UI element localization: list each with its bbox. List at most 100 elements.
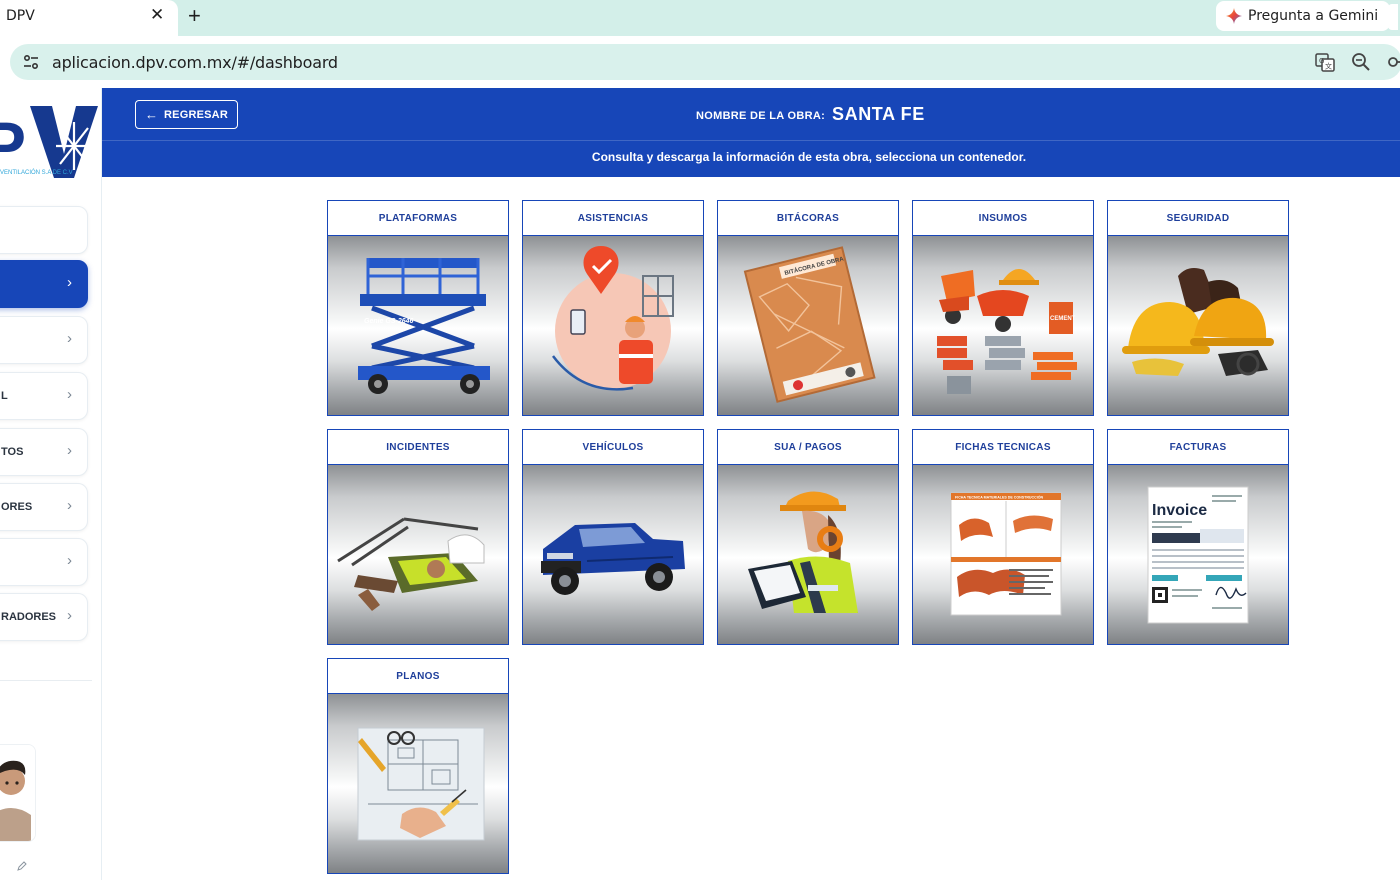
tab-bar-edge bbox=[1388, 4, 1398, 30]
card-sua-pagos[interactable]: SUA / PAGOS bbox=[717, 429, 899, 645]
card-incidentes[interactable]: INCIDENTES bbox=[327, 429, 509, 645]
back-button[interactable]: ← REGRESAR bbox=[135, 100, 238, 129]
card-image[interactable] bbox=[523, 465, 703, 644]
card-planos[interactable]: PLANOS bbox=[327, 658, 509, 874]
sidebar-item-label: TOS bbox=[1, 446, 24, 458]
url-text[interactable]: aplicacion.dpv.com.mx/#/dashboard bbox=[52, 53, 338, 72]
back-button-label: REGRESAR bbox=[164, 108, 228, 121]
card-title: FACTURAS bbox=[1169, 441, 1227, 453]
avatar[interactable] bbox=[0, 744, 36, 842]
tab-close-icon[interactable]: ✕ bbox=[150, 5, 164, 25]
chevron-right-icon: › bbox=[67, 274, 72, 291]
sidebar-item-8[interactable]: RADORES › bbox=[0, 593, 88, 641]
logbook-image: BITÁCORA DE OBRA bbox=[743, 246, 876, 403]
card-image[interactable]: CEMENT bbox=[913, 236, 1093, 415]
card-plataformas[interactable]: PLATAFORMAS Genie GS-2646 bbox=[327, 200, 509, 416]
sidebar-item-label: RADORES bbox=[1, 611, 57, 623]
page-subtitle: Consulta y descarga la información de es… bbox=[591, 150, 1027, 164]
sidebar: P VENTILACIÓN S.A DE C.V › › L › TOS › O… bbox=[0, 88, 102, 880]
translate-icon[interactable]: G 文 bbox=[1314, 51, 1336, 73]
cement-label-text: CEMENT bbox=[1050, 316, 1076, 322]
gemini-star-icon bbox=[1226, 8, 1242, 24]
sidebar-item-6[interactable]: ORES › bbox=[0, 483, 88, 531]
sidebar-item-5[interactable]: TOS › bbox=[0, 428, 88, 476]
card-insumos[interactable]: INSUMOS CEMENT bbox=[912, 200, 1094, 416]
card-asistencias[interactable]: ASISTENCIAS bbox=[522, 200, 704, 416]
blueprint-image bbox=[357, 727, 485, 841]
card-image[interactable]: FICHA TECNICA MATERIALES DE CONSTRUCCIÓN bbox=[913, 465, 1093, 644]
card-title: INCIDENTES bbox=[386, 441, 450, 453]
key-icon[interactable] bbox=[1386, 51, 1400, 73]
card-fichas-tecnicas[interactable]: FICHAS TECNICAS FICHA TECNICA MATERIALES… bbox=[912, 429, 1094, 645]
user-avatar-icon bbox=[0, 745, 35, 841]
card-facturas[interactable]: FACTURAS Invoice bbox=[1107, 429, 1289, 645]
safety-gear-image bbox=[1122, 268, 1274, 376]
card-image[interactable]: Genie GS-2646 bbox=[328, 236, 508, 415]
header-divider bbox=[102, 140, 1400, 141]
svg-text:G: G bbox=[1319, 57, 1324, 65]
sidebar-item-label: ORES bbox=[1, 501, 33, 513]
sidebar-item-2[interactable]: › bbox=[0, 260, 88, 308]
sidebar-item-label: L bbox=[1, 390, 8, 402]
chevron-right-icon: › bbox=[67, 386, 72, 403]
invoice-image: Invoice bbox=[1147, 486, 1249, 624]
new-tab-button[interactable]: + bbox=[188, 3, 201, 29]
card-header: FICHAS TECNICAS bbox=[913, 430, 1093, 465]
gemini-button[interactable]: Pregunta a Gemini bbox=[1216, 1, 1391, 31]
card-image[interactable] bbox=[1108, 236, 1288, 415]
svg-text:文: 文 bbox=[1325, 62, 1332, 71]
omnibox[interactable]: aplicacion.dpv.com.mx/#/dashboard G 文 bbox=[10, 44, 1400, 80]
card-bitacoras[interactable]: BITÁCORAS BITÁCORA DE OBRA bbox=[717, 200, 899, 416]
card-image[interactable]: BITÁCORA DE OBRA bbox=[718, 236, 898, 415]
sidebar-item-7[interactable]: › bbox=[0, 538, 88, 586]
browser-tab-bar: DPV ✕ + Pregunta a Gemini bbox=[0, 0, 1400, 36]
card-seguridad[interactable]: SEGURIDAD bbox=[1107, 200, 1289, 416]
sidebar-item-1[interactable] bbox=[0, 206, 88, 254]
sheet-heading-text: FICHA TECNICA MATERIALES DE CONSTRUCCIÓN bbox=[955, 495, 1044, 500]
edit-icon[interactable] bbox=[16, 860, 28, 872]
supplies-image: CEMENT bbox=[937, 269, 1077, 394]
card-image[interactable] bbox=[328, 694, 508, 873]
gemini-label: Pregunta a Gemini bbox=[1248, 8, 1379, 24]
pickup-truck-image bbox=[541, 523, 685, 595]
card-title: PLANOS bbox=[396, 670, 440, 682]
chevron-right-icon: › bbox=[67, 607, 72, 624]
card-header: SEGURIDAD bbox=[1108, 201, 1288, 236]
omnibox-actions: G 文 bbox=[1314, 51, 1400, 73]
zoom-icon[interactable] bbox=[1350, 51, 1372, 73]
card-title: SUA / PAGOS bbox=[774, 441, 842, 453]
card-image[interactable] bbox=[523, 236, 703, 415]
card-vehiculos[interactable]: VEHÍCULOS bbox=[522, 429, 704, 645]
lift-model-text: Genie GS-2646 bbox=[364, 318, 414, 325]
card-title: ASISTENCIAS bbox=[577, 212, 649, 224]
card-title: PLATAFORMAS bbox=[378, 212, 458, 224]
obra-name: SANTA FE bbox=[832, 104, 925, 124]
chevron-right-icon: › bbox=[67, 552, 72, 569]
chevron-right-icon: › bbox=[67, 497, 72, 514]
card-title: FICHAS TECNICAS bbox=[955, 441, 1051, 453]
card-image[interactable]: Invoice bbox=[1108, 465, 1288, 644]
card-header: ASISTENCIAS bbox=[523, 201, 703, 236]
card-header: VEHÍCULOS bbox=[523, 430, 703, 465]
card-title: INSUMOS bbox=[978, 212, 1028, 224]
sidebar-item-3[interactable]: › bbox=[0, 316, 88, 364]
card-header: FACTURAS bbox=[1108, 430, 1288, 465]
card-image[interactable] bbox=[718, 465, 898, 644]
card-header: INCIDENTES bbox=[328, 430, 508, 465]
chevron-right-icon: › bbox=[67, 330, 72, 347]
sidebar-item-4[interactable]: L › bbox=[0, 372, 88, 420]
worker-clipboard-image bbox=[748, 491, 858, 613]
logo-subtitle: VENTILACIÓN S.A DE C.V bbox=[0, 170, 73, 176]
browser-tab[interactable]: DPV ✕ bbox=[0, 0, 178, 36]
site-settings-icon[interactable] bbox=[22, 53, 40, 71]
chevron-right-icon: › bbox=[67, 442, 72, 459]
tech-sheet-image: FICHA TECNICA MATERIALES DE CONSTRUCCIÓN bbox=[950, 492, 1062, 616]
card-header: PLATAFORMAS bbox=[328, 201, 508, 236]
incident-image bbox=[337, 517, 485, 611]
card-header: PLANOS bbox=[328, 659, 508, 694]
card-image[interactable] bbox=[328, 465, 508, 644]
arrow-left-icon: ← bbox=[145, 107, 159, 122]
invoice-heading-text: Invoice bbox=[1152, 502, 1207, 519]
card-title: VEHÍCULOS bbox=[582, 441, 644, 453]
address-bar: aplicacion.dpv.com.mx/#/dashboard G 文 bbox=[0, 36, 1400, 88]
